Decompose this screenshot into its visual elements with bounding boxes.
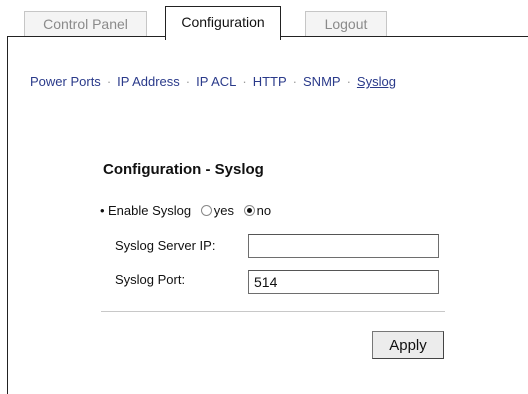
page: Control Panel Configuration Logout Power… — [0, 0, 528, 394]
content-frame — [7, 36, 528, 394]
tab-control-panel[interactable]: Control Panel — [24, 11, 147, 37]
tab-configuration[interactable]: Configuration — [165, 6, 281, 40]
tab-logout[interactable]: Logout — [305, 11, 387, 37]
